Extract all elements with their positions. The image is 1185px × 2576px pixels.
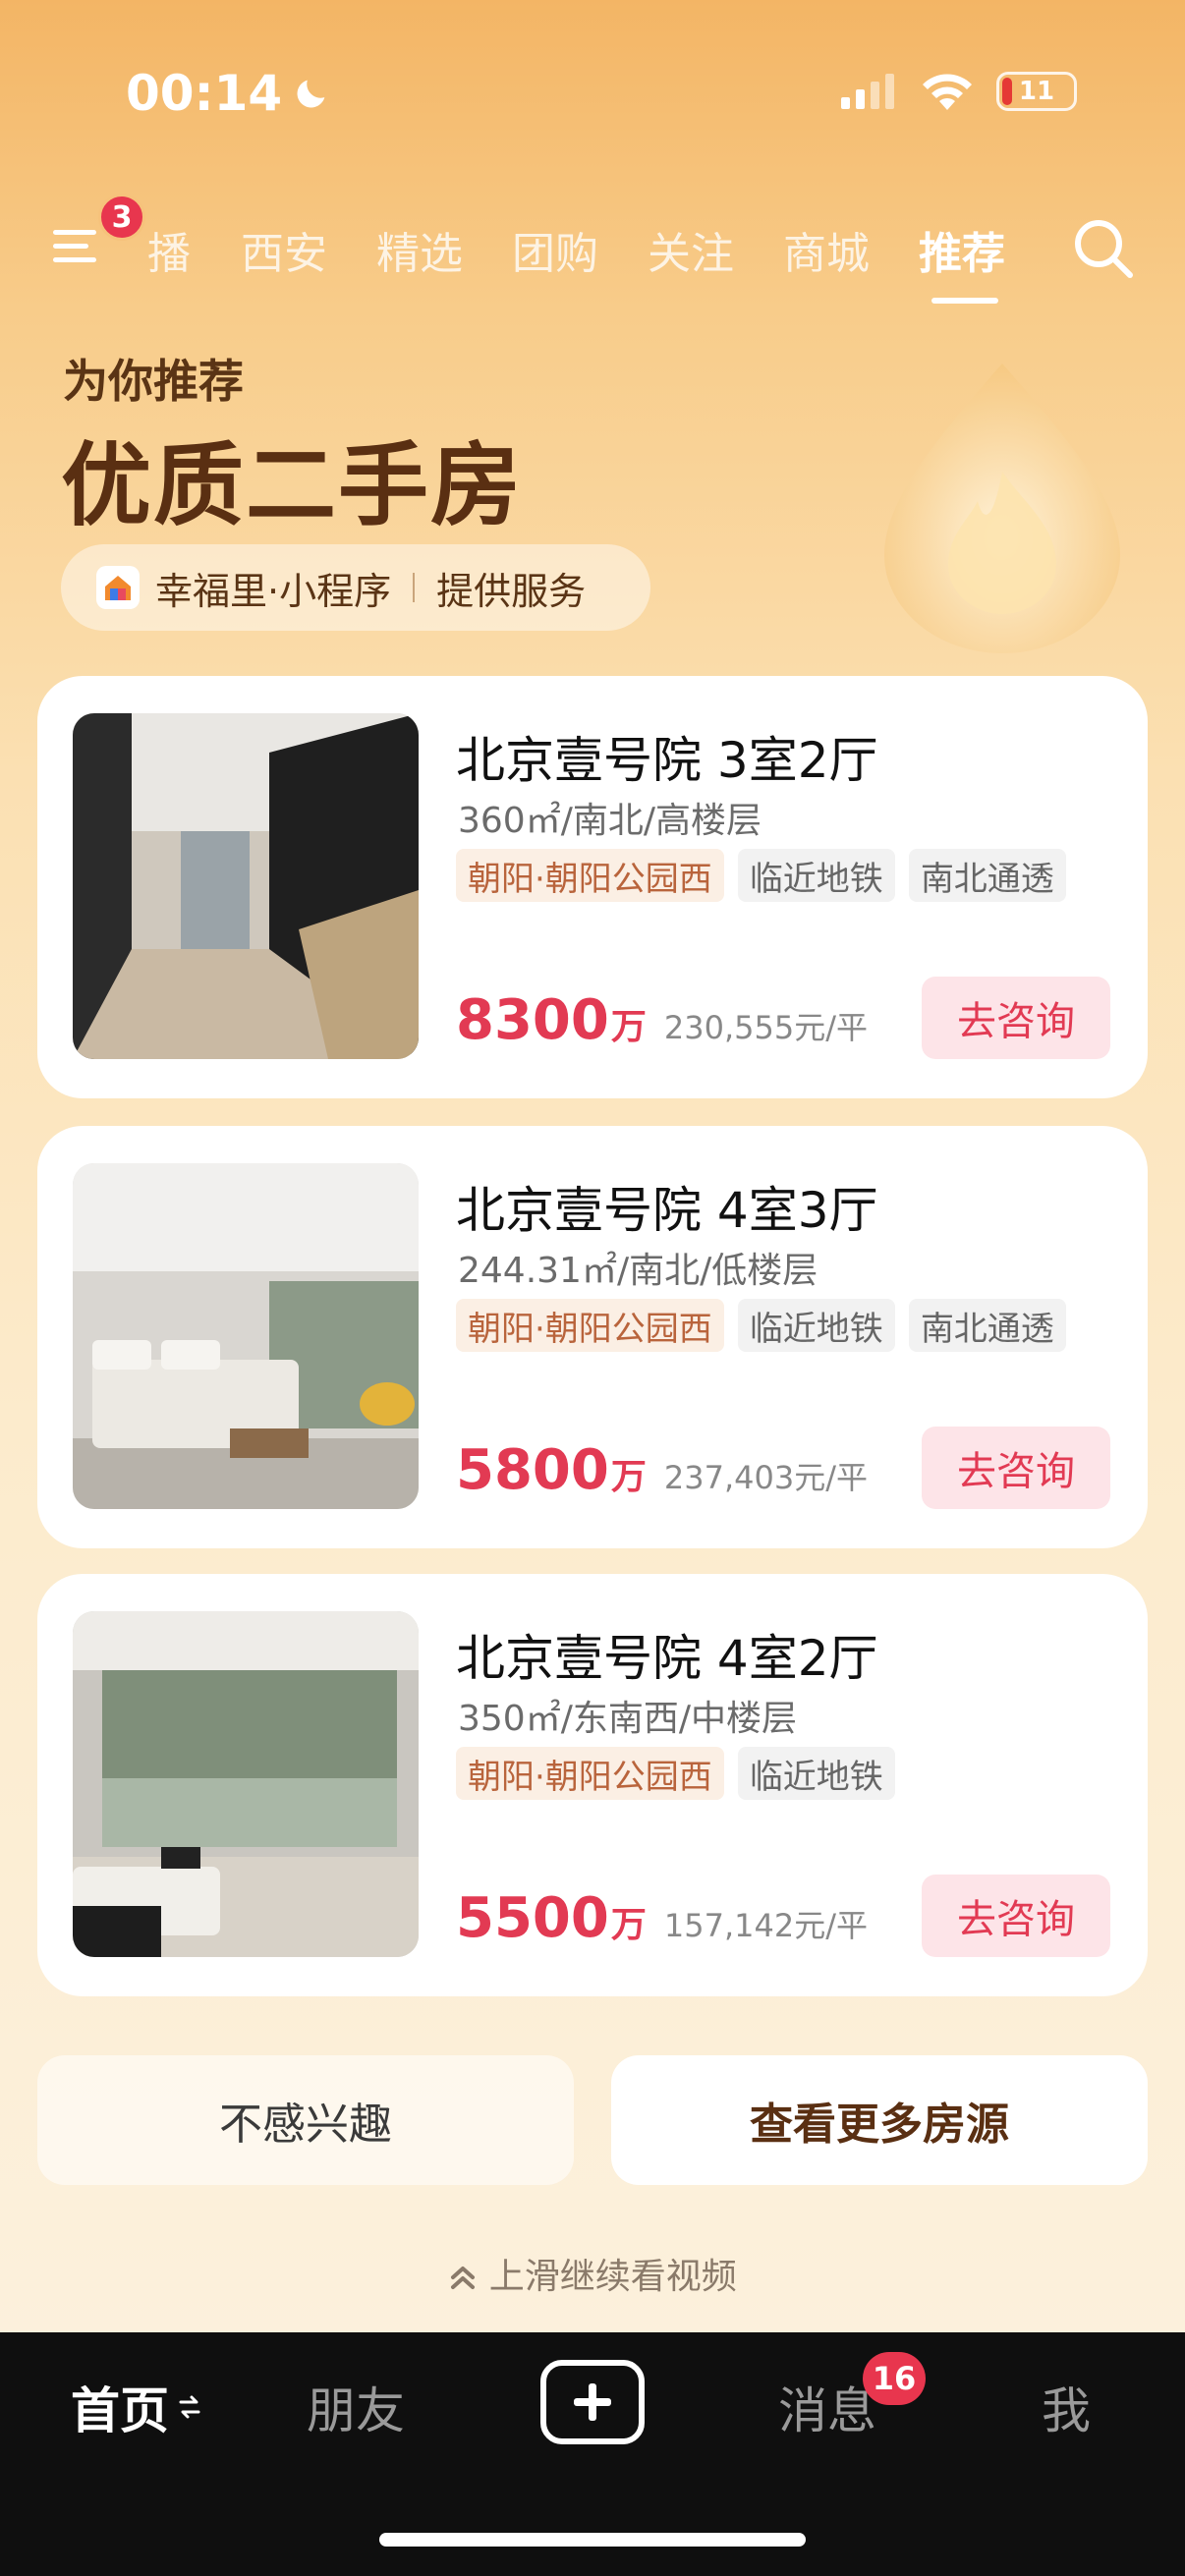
plus-icon [574,2383,611,2421]
not-interested-button[interactable]: 不感兴趣 [37,2055,574,2185]
listing-title: 北京壹号院 4室2厅 [456,1630,878,1687]
tab-group-buy[interactable]: 团购 [487,218,623,281]
swipe-hint: 上滑继续看视频 [0,2248,1185,2299]
swap-icon [179,2395,200,2419]
nav-messages[interactable]: 消息 [778,2372,876,2442]
listing-card[interactable]: 北京壹号院 4室3厅 244.31㎡/南北/低楼层 朝阳·朝阳公园西 临近地铁 … [37,1126,1148,1548]
top-tabs: 播 西安 精选 团购 关注 商城 推荐 [147,218,1030,281]
messages-badge: 16 [863,2352,926,2405]
listing-title: 北京壹号院 3室2厅 [456,732,878,789]
nav-me[interactable]: 我 [1042,2372,1091,2442]
wifi-icon [923,74,972,110]
price-per-sqm: 230,555元/平 [663,1009,868,1046]
menu-icon [53,230,96,262]
home-indicator [379,2533,806,2547]
location-tag: 朝阳·朝阳公园西 [456,849,724,902]
location-tag: 朝阳·朝阳公园西 [456,1299,724,1352]
tab-featured[interactable]: 精选 [352,218,487,281]
listing-tags: 朝阳·朝阳公园西 临近地铁 南北通透 [456,1299,1066,1352]
price-unit: 万 [610,1007,647,1047]
price-value: 5500 [456,1886,609,1950]
price-per-sqm: 157,142元/平 [663,1907,868,1944]
divider [413,573,416,602]
location-tag: 朝阳·朝阳公园西 [456,1747,724,1800]
listing-meta: 244.31㎡/南北/低楼层 [458,1251,818,1291]
active-tab-indicator [931,298,998,304]
more-listings-button[interactable]: 查看更多房源 [611,2055,1148,2185]
consult-button[interactable]: 去咨询 [922,1875,1110,1957]
status-icons: 11 [841,71,1077,112]
price-unit: 万 [610,1457,647,1497]
listing-card[interactable]: 北京壹号院 4室2厅 350㎡/东南西/中楼层 朝阳·朝阳公园西 临近地铁 55… [37,1574,1148,1996]
menu-button[interactable] [51,218,106,273]
feature-tag: 南北通透 [908,849,1066,902]
feature-tag: 南北通透 [908,1299,1066,1352]
search-icon [1075,220,1133,278]
signal-icon [841,74,894,109]
listing-photo[interactable] [73,1611,419,1957]
feature-tag: 临近地铁 [737,1299,895,1352]
listing-title: 北京壹号院 4室3厅 [456,1182,878,1239]
listing-meta: 360㎡/南北/高楼层 [458,801,762,841]
feature-tag: 临近地铁 [737,1747,895,1800]
hero-title: 优质二手房 [61,433,524,538]
flame-icon [884,364,1120,653]
moon-icon [297,80,325,108]
tab-mall[interactable]: 商城 [759,218,894,281]
battery-icon: 11 [996,72,1077,111]
price-per-sqm: 237,403元/平 [663,1459,868,1496]
listing-tags: 朝阳·朝阳公园西 临近地铁 [456,1747,895,1800]
search-button[interactable] [1071,216,1136,281]
provider-pill[interactable]: 幸福里·小程序 提供服务 [61,544,650,631]
tab-live[interactable]: 播 [147,218,216,281]
menu-badge: 3 [98,194,145,241]
tab-recommend[interactable]: 推荐 [894,218,1030,281]
consult-button[interactable]: 去咨询 [922,977,1110,1059]
price-value: 8300 [456,988,609,1052]
feature-tag: 临近地铁 [737,849,895,902]
listing-price: 8300 万 230,555元/平 [456,988,868,1052]
tab-xian[interactable]: 西安 [216,218,352,281]
listing-card[interactable]: 北京壹号院 3室2厅 360㎡/南北/高楼层 朝阳·朝阳公园西 临近地铁 南北通… [37,676,1148,1098]
provider-name: 幸福里·小程序 [155,569,392,613]
house-logo-icon [96,566,140,609]
price-unit: 万 [610,1905,647,1945]
provider-suffix: 提供服务 [436,569,587,613]
nav-home[interactable]: 首页 [71,2372,202,2442]
listing-price: 5500 万 157,142元/平 [456,1886,868,1950]
listing-meta: 350㎡/东南西/中楼层 [458,1699,797,1739]
listing-photo[interactable] [73,1163,419,1509]
tab-following[interactable]: 关注 [623,218,759,281]
listing-photo[interactable] [73,713,419,1059]
price-value: 5800 [456,1438,609,1502]
listing-price: 5800 万 237,403元/平 [456,1438,868,1502]
double-chevron-up-icon [451,2267,476,2289]
create-button[interactable] [540,2360,645,2444]
listing-tags: 朝阳·朝阳公园西 临近地铁 南北通透 [456,849,1066,902]
consult-button[interactable]: 去咨询 [922,1427,1110,1509]
hero-subtitle: 为你推荐 [63,355,244,408]
nav-friends[interactable]: 朋友 [307,2372,405,2442]
status-time: 00:14 [126,65,331,122]
